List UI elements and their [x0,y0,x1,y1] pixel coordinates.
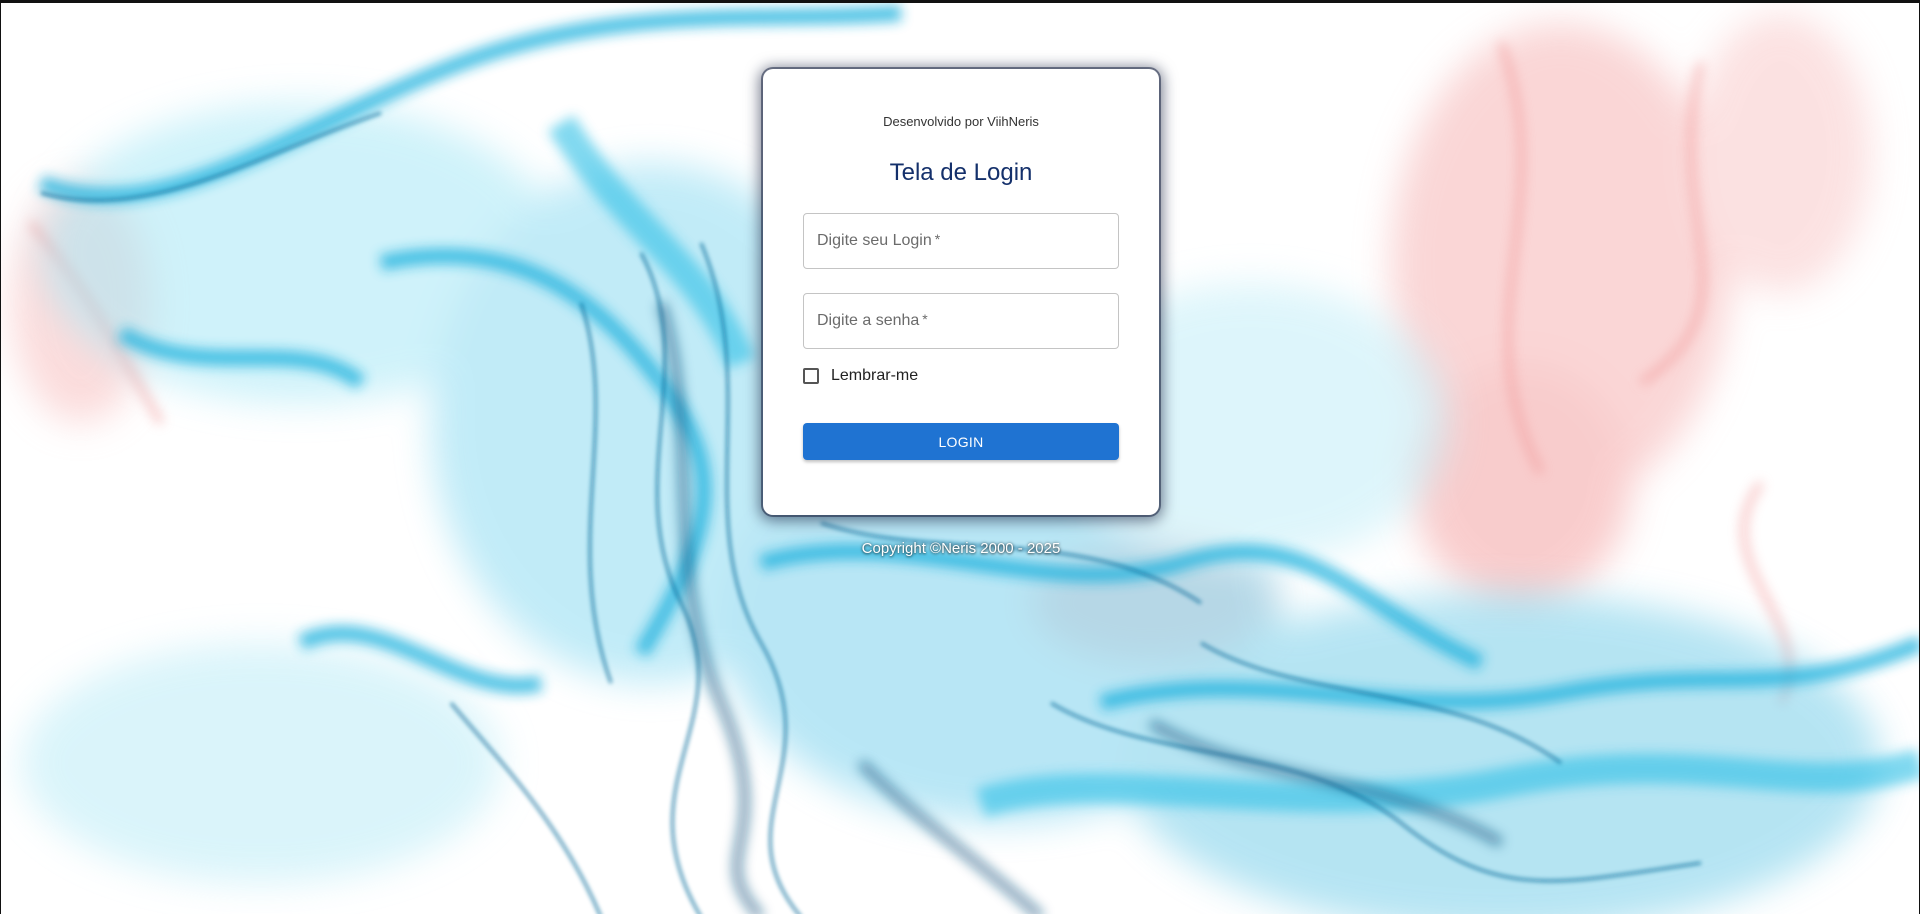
password-field-required-mark: * [922,311,928,327]
copyright-text: Copyright ©Neris 2000 - 2025 [861,540,1061,557]
page-title: Tela de Login [889,159,1033,186]
remember-me-label[interactable]: Lembrar-me [831,367,918,385]
login-field[interactable]: Digite seu Login * [803,213,1119,269]
login-button[interactable]: LOGIN [803,423,1119,460]
developer-credit: Desenvolvido por ViihNeris [883,114,1039,129]
remember-me[interactable]: Lembrar-me [803,367,918,385]
login-card: Desenvolvido por ViihNeris Tela de Login… [763,69,1159,515]
page-frame: Desenvolvido por ViihNeris Tela de Login… [0,0,1920,914]
password-field-placeholder: Digite a senha [817,312,920,329]
login-field-placeholder: Digite seu Login [817,232,932,249]
remember-me-checkbox[interactable] [803,368,819,384]
password-field[interactable]: Digite a senha * [803,293,1119,349]
login-field-required-mark: * [934,231,941,247]
